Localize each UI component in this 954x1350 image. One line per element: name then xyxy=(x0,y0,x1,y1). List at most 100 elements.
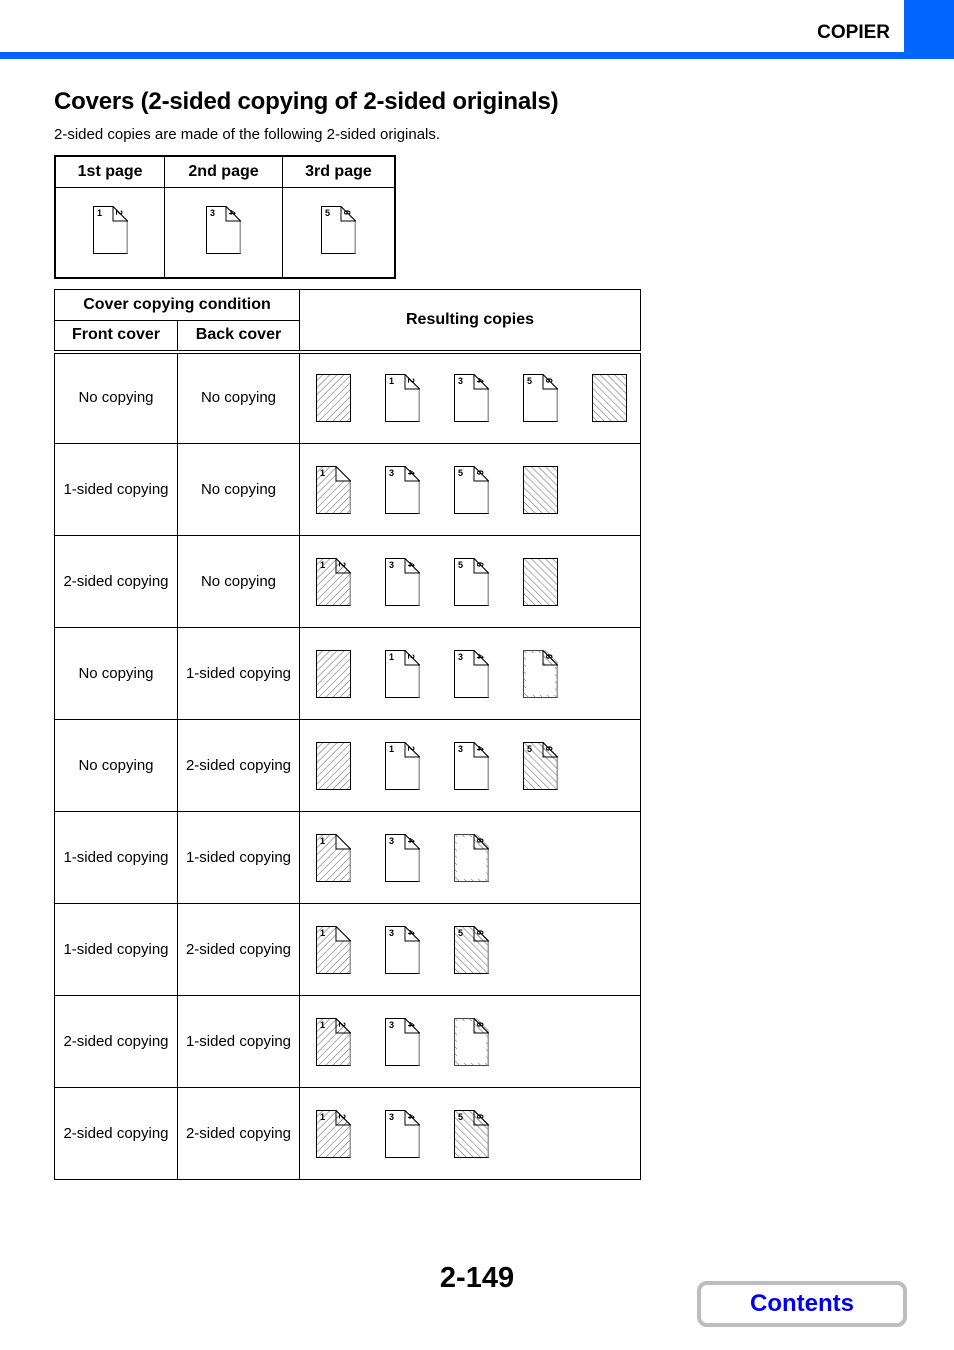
svg-text:6: 6 xyxy=(475,930,485,935)
blank-back-cover-icon xyxy=(523,465,558,514)
blank-front-cover-icon xyxy=(316,374,351,423)
back-cover-condition: 2-sided copying xyxy=(177,903,300,996)
svg-text:2: 2 xyxy=(406,746,416,751)
svg-text:2: 2 xyxy=(337,562,347,567)
svg-text:5: 5 xyxy=(458,560,463,570)
svg-text:2: 2 xyxy=(337,1114,347,1119)
back-cover-two-sided-icon: 56 xyxy=(454,1109,489,1158)
back-cover-one-sided-icon: 6 xyxy=(523,649,558,698)
svg-text:6: 6 xyxy=(475,1114,485,1119)
svg-text:4: 4 xyxy=(406,562,416,567)
two-sided-sheet-icon: 12 xyxy=(92,206,128,255)
svg-text:5: 5 xyxy=(325,208,330,218)
svg-text:4: 4 xyxy=(406,930,416,935)
front-cover-one-sided-icon: 1 xyxy=(316,925,351,974)
resulting-copies-cell: 1 34 56 xyxy=(299,903,641,996)
svg-text:3: 3 xyxy=(389,836,394,846)
svg-text:2: 2 xyxy=(406,378,416,383)
table-row: 1-sided copying 1-sided copying 1 3 4 6 xyxy=(54,811,641,904)
front-cover-condition: 1-sided copying xyxy=(54,903,178,996)
front-cover-condition: 2-sided copying xyxy=(54,995,178,1088)
resulting-copies-cell: 12 34 6 xyxy=(299,627,641,720)
svg-text:3: 3 xyxy=(210,208,215,218)
original-page-cell: 56 xyxy=(281,186,396,279)
resulting-copies-cell: 1346 xyxy=(299,811,641,904)
svg-text:6: 6 xyxy=(342,210,352,215)
front-cover-two-sided-icon: 12 xyxy=(316,557,351,606)
resulting-copies-cell: 123456 xyxy=(299,1087,641,1180)
back-cover-two-sided-icon: 56 xyxy=(454,925,489,974)
svg-text:5: 5 xyxy=(458,1112,463,1122)
back-cover-condition: 2-sided copying xyxy=(177,719,300,812)
front-cover-condition: No copying xyxy=(54,719,178,812)
two-sided-sheet-icon: 56 xyxy=(523,374,558,423)
svg-text:1: 1 xyxy=(389,744,394,754)
back-cover-one-sided-icon: 6 xyxy=(454,833,489,882)
two-sided-sheet-icon: 34 xyxy=(385,833,420,882)
two-sided-sheet-icon: 34 xyxy=(385,1109,420,1158)
resulting-copies-cell: 123456 xyxy=(299,535,641,628)
svg-text:3: 3 xyxy=(458,652,463,662)
svg-text:5: 5 xyxy=(527,744,532,754)
resulting-copies-header: Resulting copies xyxy=(299,289,641,354)
svg-text:1: 1 xyxy=(320,468,325,478)
resulting-copies-cell: 1 34 56 xyxy=(299,443,641,536)
svg-text:2: 2 xyxy=(406,654,416,659)
header-accent-bar xyxy=(0,52,954,59)
svg-text:4: 4 xyxy=(406,838,416,843)
two-sided-sheet-icon: 12 xyxy=(385,649,420,698)
original-page-cell: 12 xyxy=(54,186,166,279)
svg-text:2: 2 xyxy=(337,1022,347,1027)
blank-front-cover-icon xyxy=(316,649,351,698)
two-sided-sheet-icon: 34 xyxy=(385,465,420,514)
two-sided-sheet-icon: 34 xyxy=(385,557,420,606)
section-label: COPIER xyxy=(817,22,890,43)
front-cover-one-sided-icon: 1 xyxy=(316,833,351,882)
back-cover-condition: 1-sided copying xyxy=(177,995,300,1088)
svg-text:3: 3 xyxy=(458,744,463,754)
svg-text:6: 6 xyxy=(475,838,485,843)
svg-text:4: 4 xyxy=(475,746,485,751)
back-cover-condition: 1-sided copying xyxy=(177,627,300,720)
contents-button[interactable]: Contents xyxy=(697,1281,907,1327)
svg-text:1: 1 xyxy=(389,376,394,386)
table-row: 1-sided copying 2-sided copying 1 3 4 5 6 xyxy=(54,903,641,996)
svg-text:6: 6 xyxy=(544,654,554,659)
svg-text:4: 4 xyxy=(475,378,485,383)
svg-text:4: 4 xyxy=(406,1114,416,1119)
resulting-copies-cell: 123456 xyxy=(299,719,641,812)
svg-text:1: 1 xyxy=(320,560,325,570)
svg-text:4: 4 xyxy=(406,1022,416,1027)
table-row: 2-sided copying No copying 1 2 3 4 5 6 xyxy=(54,535,641,628)
page-title: Covers (2-sided copying of 2-sided origi… xyxy=(54,88,559,115)
front-cover-header: Front cover xyxy=(54,320,178,354)
table-row: 2-sided copying 2-sided copying 1 2 3 4 5 6 xyxy=(54,1087,641,1180)
intro-text: 2-sided copies are made of the following… xyxy=(54,126,441,143)
svg-text:1: 1 xyxy=(320,836,325,846)
svg-text:4: 4 xyxy=(406,470,416,475)
svg-text:6: 6 xyxy=(475,562,485,567)
svg-text:3: 3 xyxy=(389,1020,394,1030)
originals-header: 3rd page xyxy=(281,155,396,188)
blank-back-cover-icon xyxy=(592,374,627,423)
svg-text:5: 5 xyxy=(458,468,463,478)
two-sided-sheet-icon: 34 xyxy=(385,925,420,974)
svg-text:6: 6 xyxy=(475,1022,485,1027)
two-sided-sheet-icon: 34 xyxy=(454,374,489,423)
front-cover-condition: 1-sided copying xyxy=(54,443,178,536)
table-row: No copying 1-sided copying 1 2 3 4 6 xyxy=(54,627,641,720)
blank-front-cover-icon xyxy=(316,741,351,790)
back-cover-one-sided-icon: 6 xyxy=(454,1017,489,1066)
two-sided-sheet-icon: 34 xyxy=(454,649,489,698)
front-cover-one-sided-icon: 1 xyxy=(316,465,351,514)
header-accent-block xyxy=(904,0,954,59)
front-cover-condition: 2-sided copying xyxy=(54,535,178,628)
front-cover-condition: 1-sided copying xyxy=(54,811,178,904)
back-cover-condition: No copying xyxy=(177,351,300,444)
svg-text:1: 1 xyxy=(320,928,325,938)
front-cover-condition: No copying xyxy=(54,627,178,720)
svg-text:5: 5 xyxy=(527,376,532,386)
back-cover-condition: No copying xyxy=(177,443,300,536)
back-cover-condition: 2-sided copying xyxy=(177,1087,300,1180)
two-sided-sheet-icon: 56 xyxy=(454,465,489,514)
